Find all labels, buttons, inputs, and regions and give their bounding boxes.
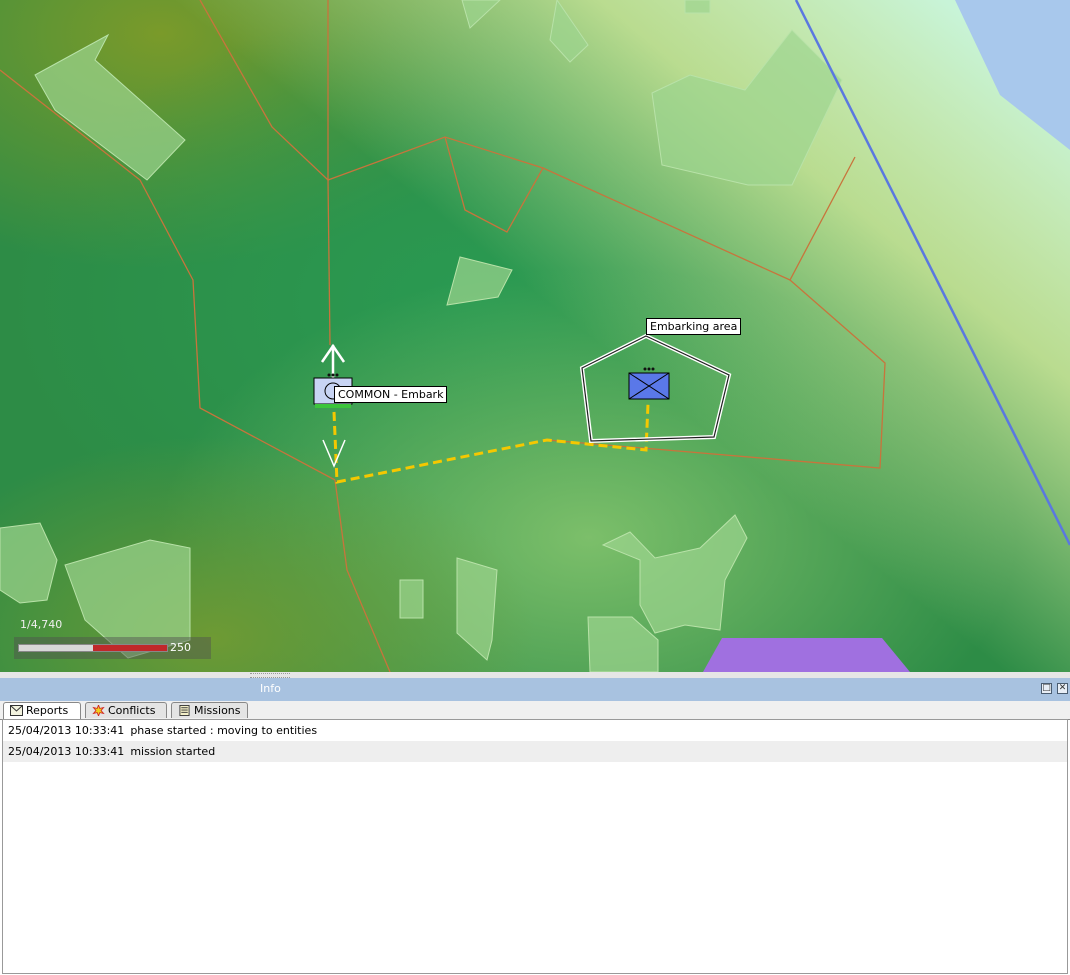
list-item[interactable]: 25/04/2013 10:33:41 mission started bbox=[3, 741, 1067, 762]
info-tabs: Reports Conflicts Missions bbox=[0, 701, 1070, 720]
map-view[interactable]: COMMON - Embark Embarking area 1/4,740 2… bbox=[0, 0, 1070, 672]
close-icon[interactable]: ✕ bbox=[1057, 683, 1068, 694]
tab-conflicts-label: Conflicts bbox=[108, 704, 156, 717]
area-label[interactable]: Embarking area bbox=[646, 318, 742, 335]
report-timestamp: 25/04/2013 10:33:41 bbox=[8, 724, 125, 737]
list-item[interactable]: 25/04/2013 10:33:41 phase started : movin… bbox=[3, 720, 1067, 741]
enemy-unit-symbol[interactable] bbox=[628, 365, 672, 403]
scale-ratio: 1/4,740 bbox=[20, 618, 63, 631]
scale-bar bbox=[18, 644, 168, 652]
info-panel-header: Info □ ✕ bbox=[0, 678, 1070, 701]
restricted-area bbox=[703, 638, 910, 672]
tab-missions-label: Missions bbox=[194, 704, 241, 717]
info-panel-title: Info bbox=[260, 682, 281, 695]
tab-reports[interactable]: Reports bbox=[3, 702, 81, 720]
tab-reports-label: Reports bbox=[26, 704, 69, 717]
list-icon bbox=[179, 705, 190, 716]
envelope-icon bbox=[10, 705, 23, 716]
unit-label[interactable]: COMMON - Embark bbox=[334, 386, 448, 403]
tab-conflicts[interactable]: Conflicts bbox=[85, 702, 167, 718]
scale-max-label: 250 bbox=[170, 641, 191, 654]
report-timestamp: 25/04/2013 10:33:41 bbox=[8, 745, 125, 758]
tab-missions[interactable]: Missions bbox=[171, 702, 248, 718]
report-message: mission started bbox=[130, 745, 216, 758]
report-message: phase started : moving to entities bbox=[130, 724, 318, 737]
restore-icon[interactable]: □ bbox=[1041, 683, 1052, 694]
explosion-icon bbox=[92, 705, 105, 716]
reports-list[interactable]: 25/04/2013 10:33:41 phase started : movin… bbox=[2, 719, 1068, 974]
scale-bar-fill bbox=[93, 645, 167, 651]
terrain-layer bbox=[0, 0, 1070, 672]
